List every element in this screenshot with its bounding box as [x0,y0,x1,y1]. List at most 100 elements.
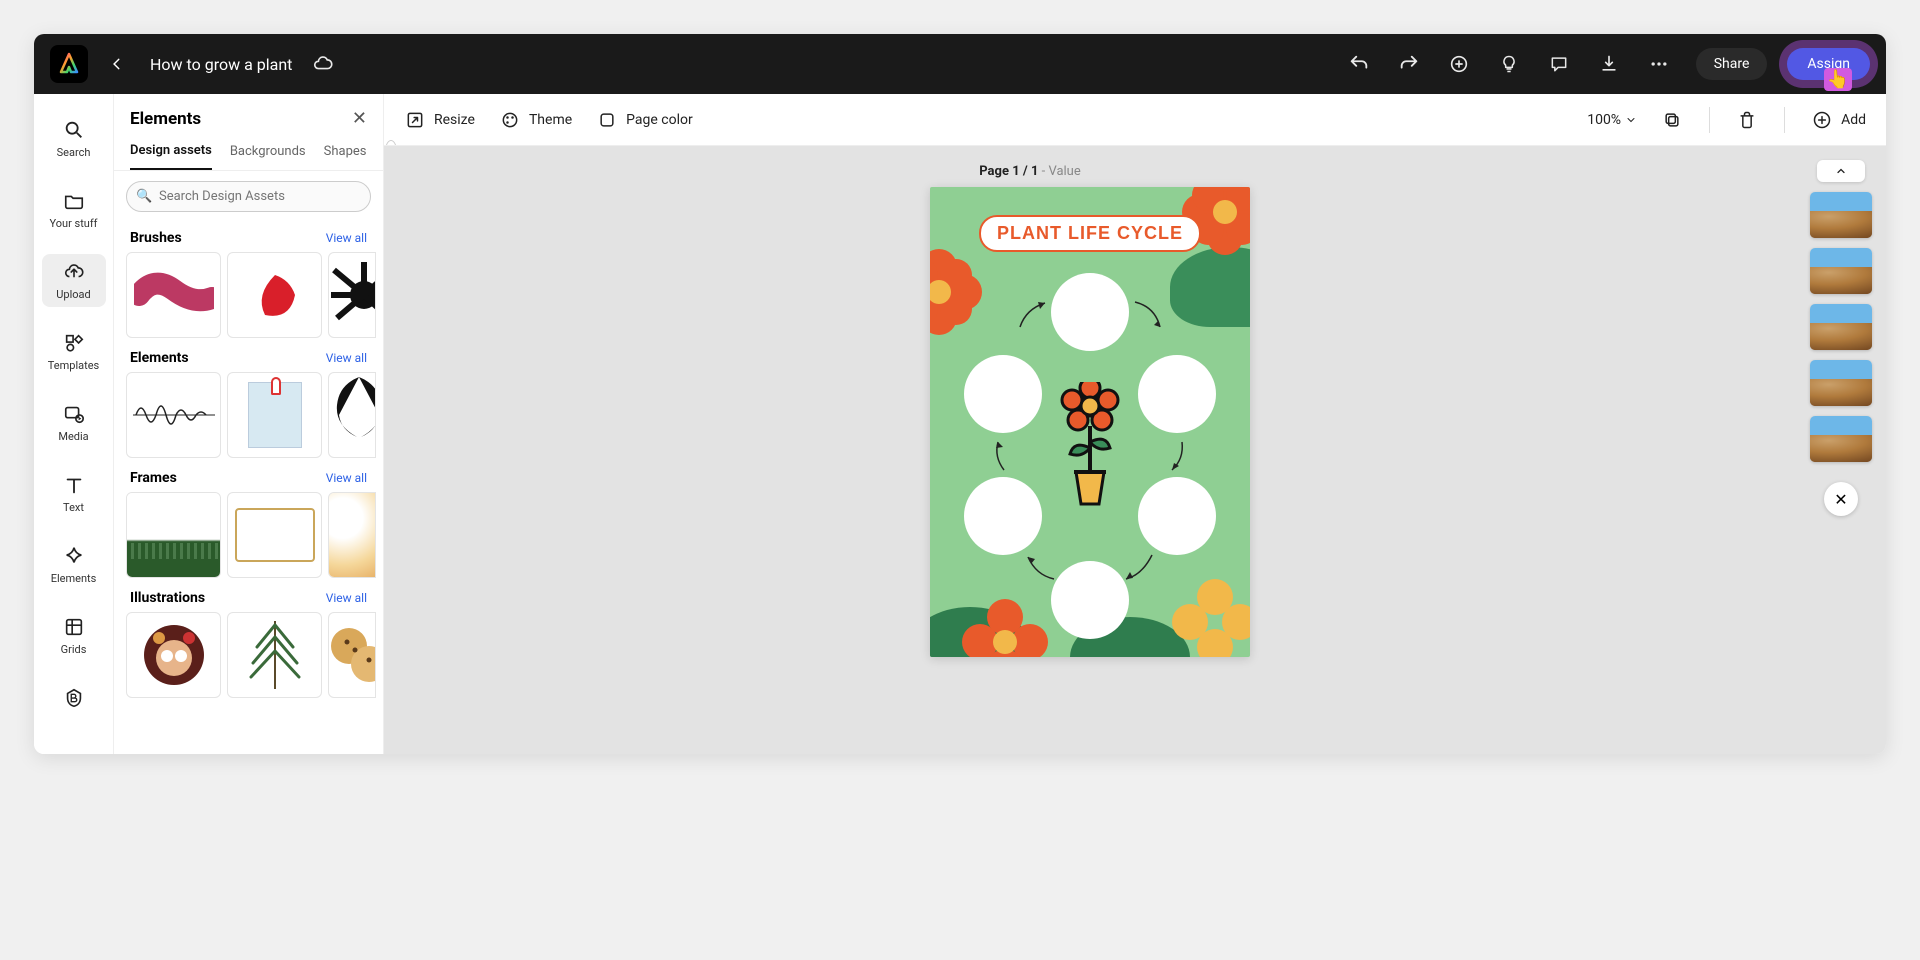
cycle-slot[interactable] [1138,477,1216,555]
arrow-icon [988,437,1028,477]
arrow-icon [1022,549,1062,589]
more-icon[interactable] [1640,45,1678,83]
page-thumbnail[interactable] [1810,360,1872,406]
theme-tool[interactable]: Theme [499,109,572,131]
close-panel-button[interactable]: ✕ [352,108,367,129]
search-design-assets-input[interactable] [126,181,371,212]
cycle-slot[interactable] [1138,355,1216,433]
artboard[interactable]: PLANT LIFE CYCLE [930,187,1250,657]
frames-title: Frames [130,470,177,486]
page-thumbnail[interactable] [1810,304,1872,350]
elements-panel: Elements ✕ Design assets Backgrounds Sha… [114,94,384,754]
nav-grids[interactable]: Grids [42,609,106,662]
app-logo[interactable] [50,45,88,83]
page-thumbnail[interactable] [1810,192,1872,238]
flower-decoration [960,597,1050,657]
strip-collapse-button[interactable] [1817,160,1865,182]
section-brushes: Brushes View all [126,228,371,338]
illustration-thumb[interactable] [328,612,376,698]
flower-decoration [930,247,984,337]
nav-your-stuff[interactable]: Your stuff [42,183,106,236]
section-frames: Frames View all [126,468,371,578]
illustrations-viewall[interactable]: View all [326,591,367,605]
brush-thumb[interactable] [328,252,376,338]
document-title[interactable]: How to grow a plant [150,55,292,74]
illustration-thumb[interactable] [126,612,221,698]
assign-button[interactable]: Assign 👆 [1787,48,1870,80]
cycle-slot[interactable] [964,355,1042,433]
nav-templates[interactable]: Templates [42,325,106,378]
search-icon: 🔍 [136,189,152,204]
brush-thumb[interactable] [126,252,221,338]
nav-brands[interactable] [42,680,106,716]
nav-search[interactable]: Search [42,112,106,165]
leaf-decoration [1170,247,1250,327]
frames-viewall[interactable]: View all [326,471,367,485]
brush-thumb[interactable] [227,252,322,338]
flower-center-icon [1054,382,1126,512]
elements-title: Elements [130,350,189,366]
upload-icon [62,260,86,284]
pagecolor-icon [596,109,618,131]
brushes-viewall[interactable]: View all [326,231,367,245]
tab-shapes[interactable]: Shapes [324,138,367,169]
arrow-icon [1012,297,1052,337]
cycle-slot[interactable] [964,477,1042,555]
page-thumbnail[interactable] [1810,248,1872,294]
duplicate-page-button[interactable] [1661,109,1683,131]
redo-button[interactable] [1390,45,1428,83]
add-page-button[interactable]: Add [1811,109,1866,131]
undo-button[interactable] [1340,45,1378,83]
zoom-dropdown[interactable]: 100% [1587,112,1637,128]
app-window: How to grow a plant Share Assign 👆 Searc… [34,34,1886,754]
panel-tabs: Design assets Backgrounds Shapes [114,137,383,171]
elements-icon [62,544,86,568]
nav-upload[interactable]: Upload [42,254,106,307]
media-icon [62,402,86,426]
strip-close-button[interactable]: ✕ [1824,482,1858,516]
resize-icon [404,109,426,131]
cycle-slot[interactable] [1051,561,1129,639]
artboard-title: PLANT LIFE CYCLE [979,215,1201,252]
hint-icon[interactable] [1490,45,1528,83]
templates-icon [62,331,86,355]
element-thumb[interactable] [227,372,322,458]
frame-thumb[interactable] [126,492,221,578]
elements-viewall[interactable]: View all [326,351,367,365]
tab-backgrounds[interactable]: Backgrounds [230,138,306,169]
download-icon[interactable] [1590,45,1628,83]
canvas-area[interactable]: Page 1 / 1 - Value PLANT LIFE CYCLE [384,146,1886,754]
page-thumbnail[interactable] [1810,416,1872,462]
resize-tool[interactable]: Resize [404,109,475,131]
page-strip: ✕ [1796,146,1886,754]
comment-icon[interactable] [1540,45,1578,83]
frame-thumb[interactable] [328,492,376,578]
assign-label: Assign [1807,56,1850,72]
share-button[interactable]: Share [1696,48,1768,80]
copy-icon [1661,109,1683,131]
cloud-sync-icon[interactable] [312,53,334,75]
delete-page-button[interactable] [1736,109,1758,131]
section-elements: Elements View all [126,348,371,458]
cycle-slot[interactable] [1051,273,1129,351]
element-thumb[interactable] [126,372,221,458]
tab-design-assets[interactable]: Design assets [130,137,212,170]
nav-text[interactable]: Text [42,467,106,520]
app-header: How to grow a plant Share Assign 👆 [34,34,1886,94]
frame-thumb[interactable] [227,492,322,578]
plus-circle-icon [1811,109,1833,131]
arrow-icon [1152,437,1192,477]
nav-media[interactable]: Media [42,396,106,449]
pagecolor-tool[interactable]: Page color [596,109,693,131]
element-thumb[interactable] [328,372,376,458]
canvas-toolbar: Resize Theme Page color 100% [384,94,1886,146]
illustration-thumb[interactable] [227,612,322,698]
folder-icon [62,189,86,213]
section-illustrations: Illustrations View all [126,588,371,698]
back-button[interactable] [100,51,134,77]
nav-elements[interactable]: Elements [42,538,106,591]
sparkle-icon[interactable] [1440,45,1478,83]
app-body: Search Your stuff Upload Templates Media… [34,94,1886,754]
flower-decoration [1170,577,1250,657]
grids-icon [62,615,86,639]
